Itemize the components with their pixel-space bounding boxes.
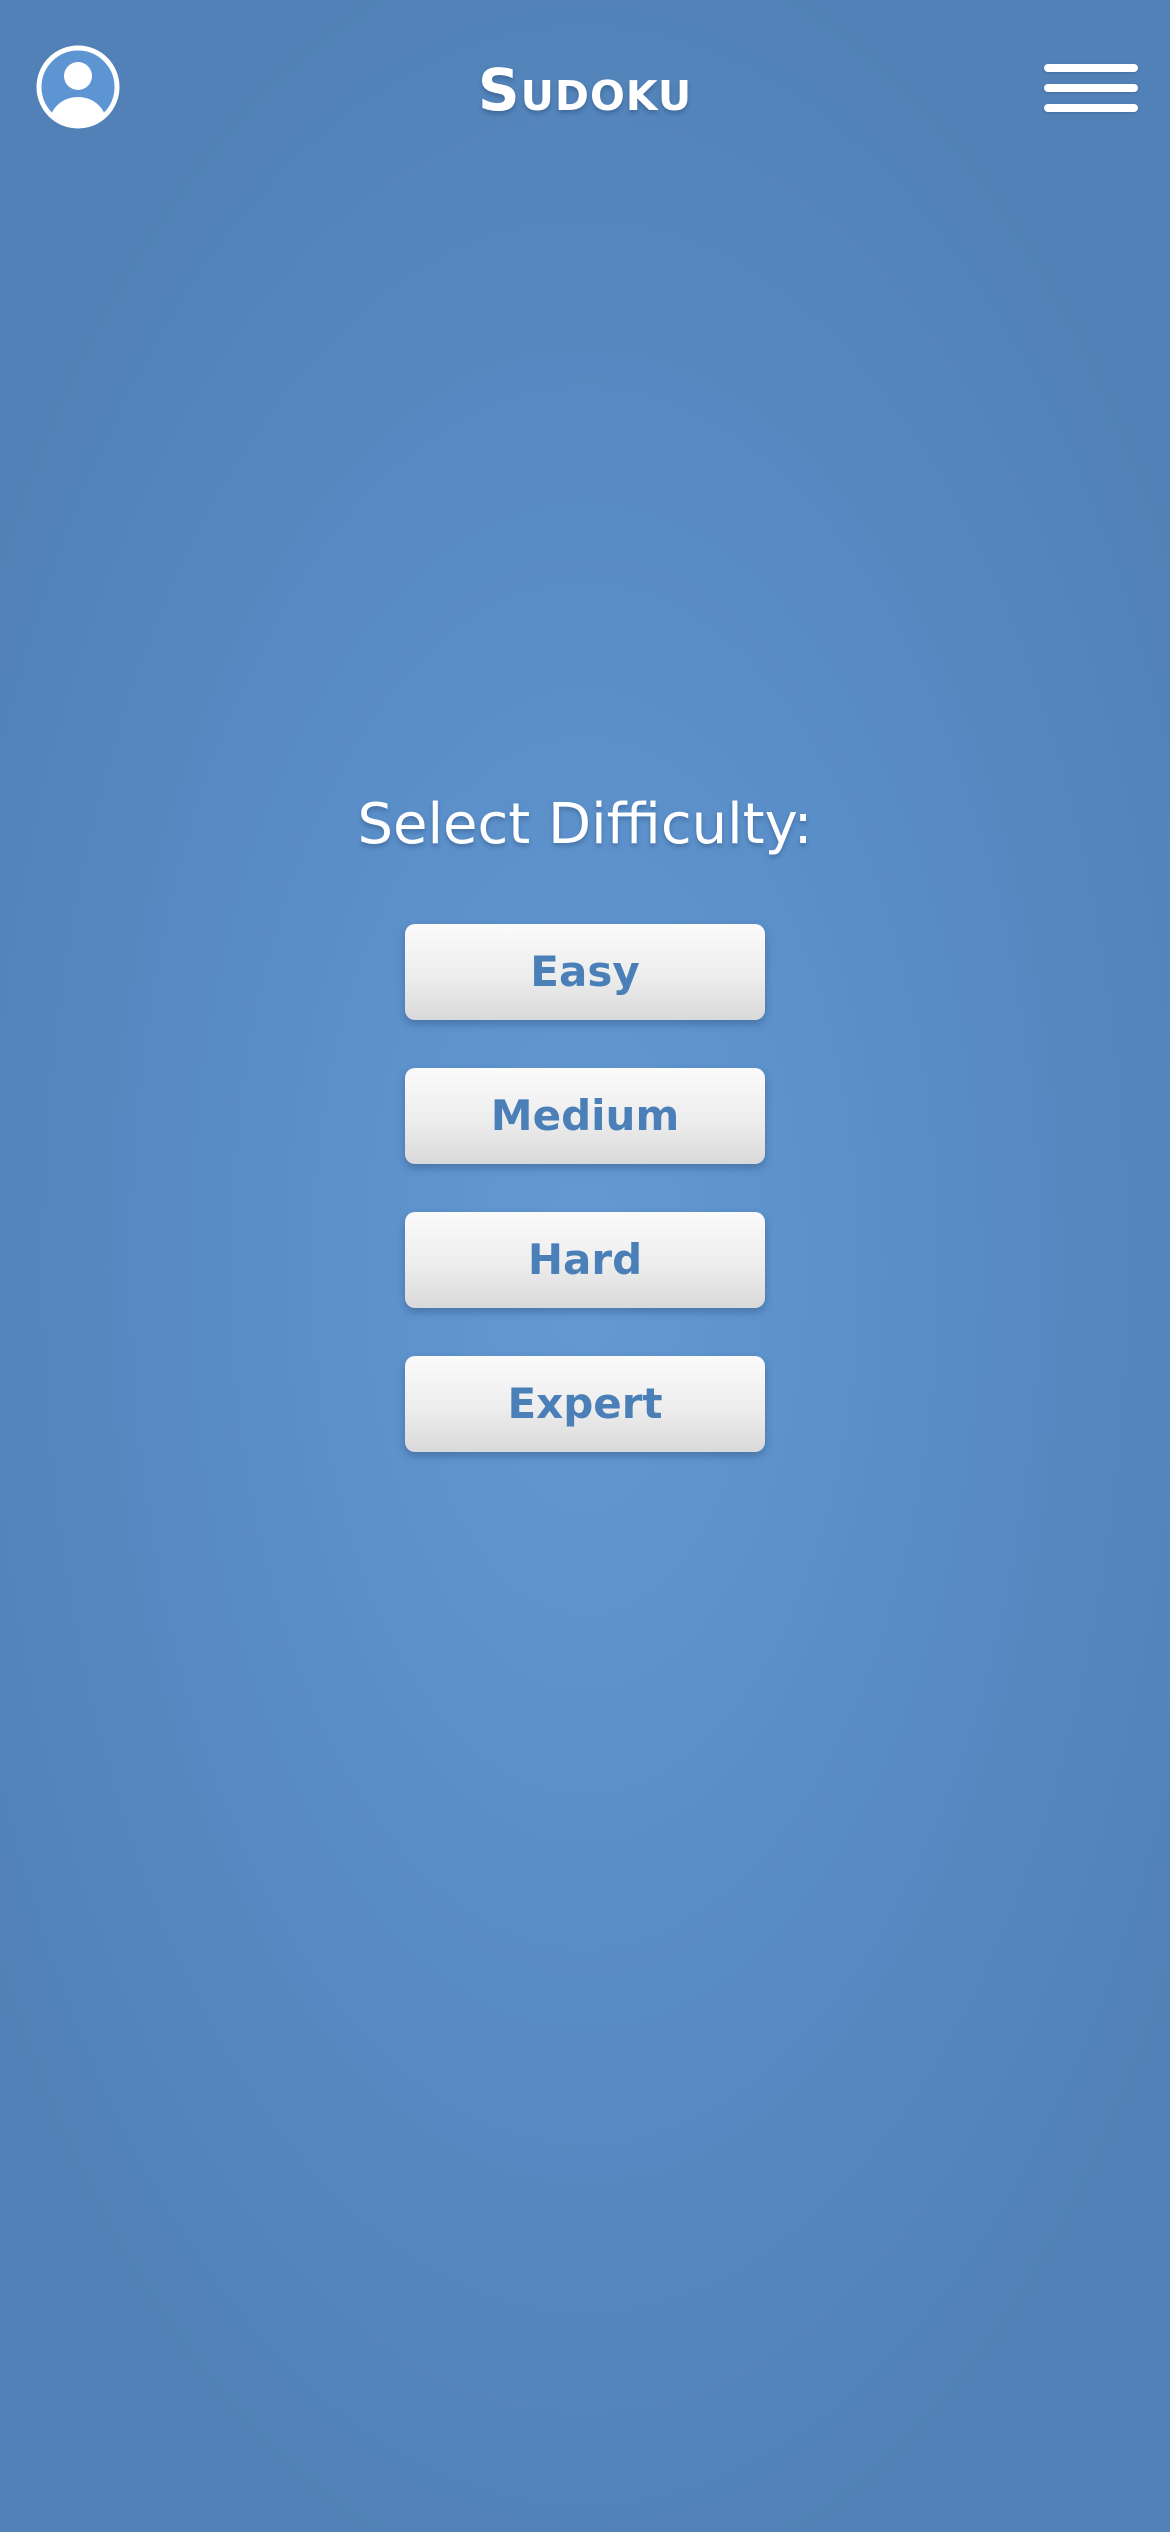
difficulty-heading: Select Difficulty:	[357, 792, 813, 857]
app-header: Sudoku	[0, 0, 1170, 180]
expert-button[interactable]: Expert	[405, 1356, 765, 1452]
menu-bar	[1044, 104, 1138, 112]
app-title: Sudoku	[477, 56, 693, 124]
menu-bar	[1044, 64, 1138, 72]
hard-button[interactable]: Hard	[405, 1212, 765, 1308]
medium-button[interactable]: Medium	[405, 1068, 765, 1164]
difficulty-options: Easy Medium Hard Expert	[405, 924, 765, 1500]
menu-button[interactable]	[1044, 62, 1138, 114]
easy-button[interactable]: Easy	[405, 924, 765, 1020]
menu-bar	[1044, 84, 1138, 92]
